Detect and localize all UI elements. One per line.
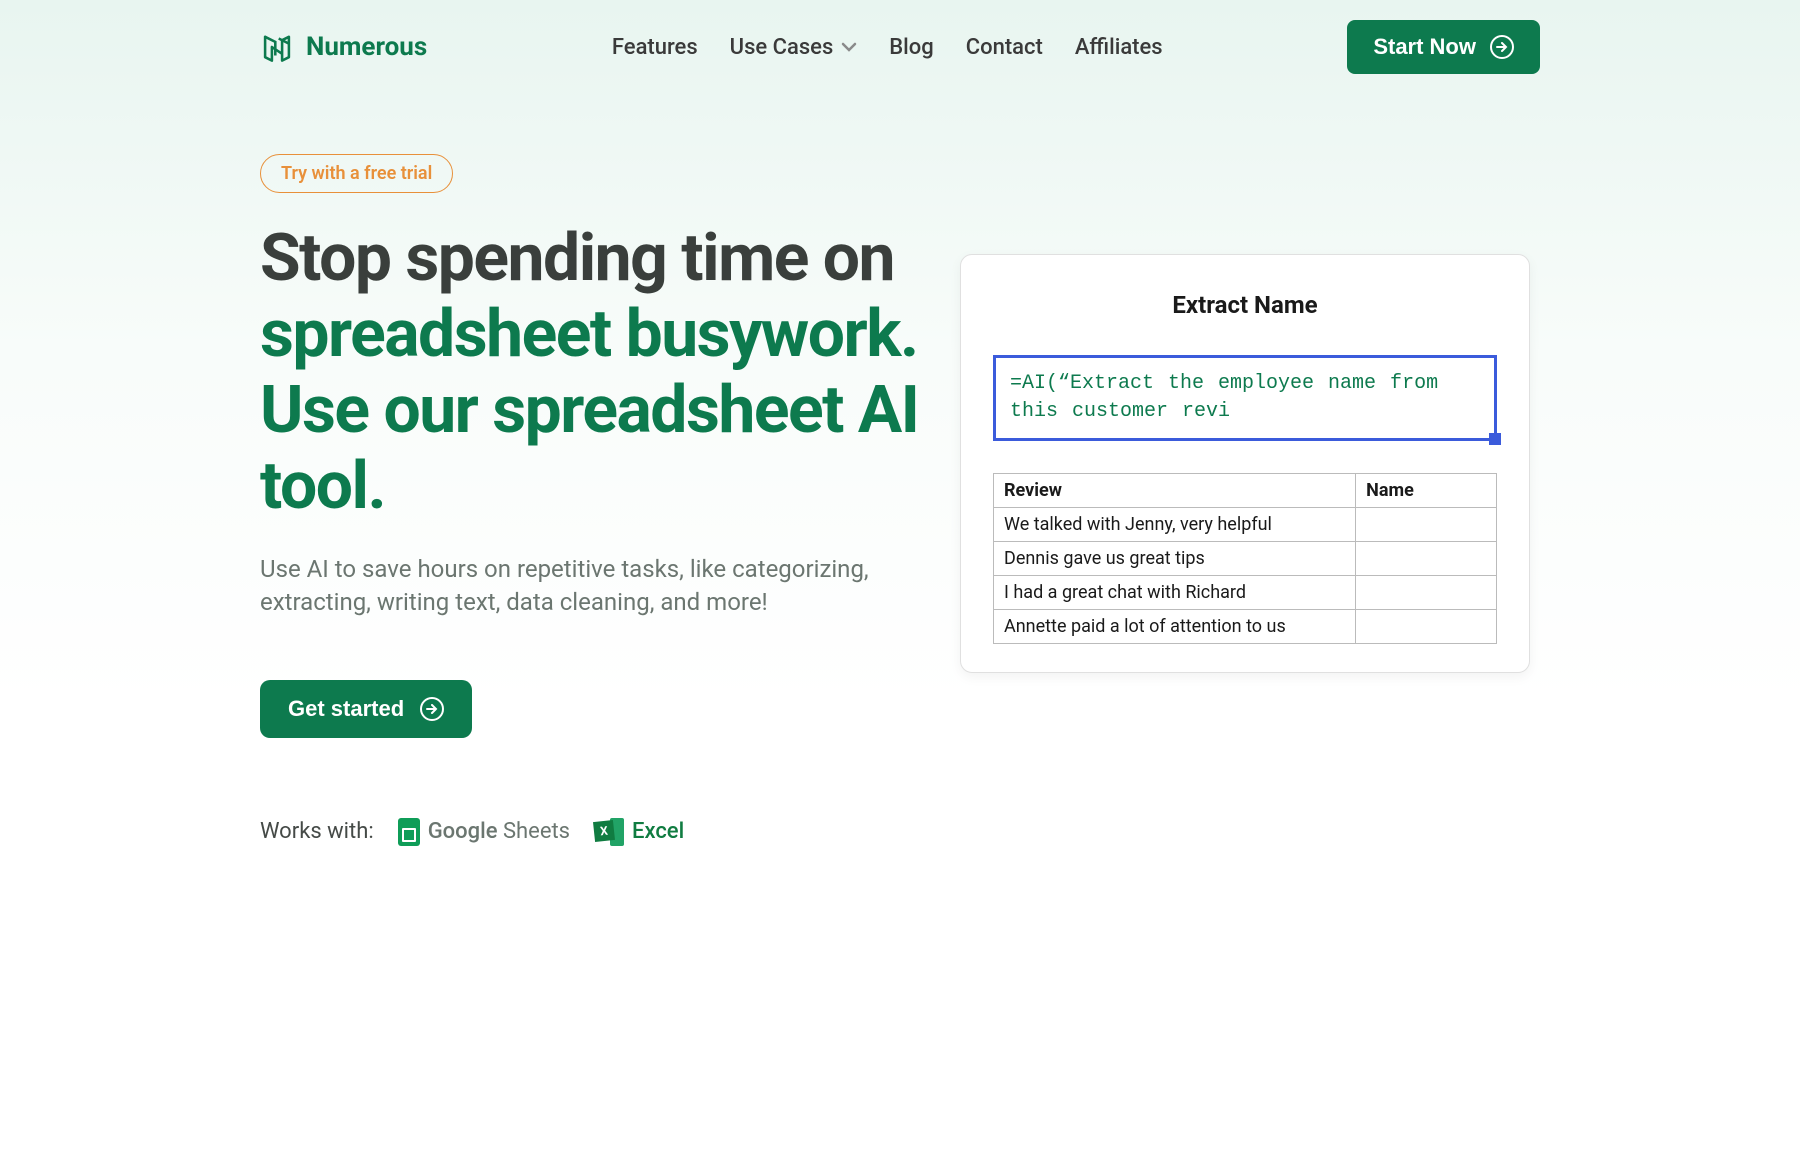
start-now-button[interactable]: Start Now bbox=[1347, 20, 1540, 74]
headline-highlight: spreadsheet busywork. Use our spreadshee… bbox=[260, 296, 919, 525]
demo-panel: Extract Name =AI(“Extract the employee n… bbox=[960, 254, 1530, 846]
google-sheets-text: Google Sheets bbox=[428, 819, 570, 844]
hero-section: Try with a free trial Stop spending time… bbox=[260, 154, 1540, 846]
nav-label: Contact bbox=[966, 35, 1043, 60]
google-sheets-icon bbox=[398, 818, 420, 846]
page-title: Stop spending time on spreadsheet busywo… bbox=[260, 221, 920, 525]
cell-name bbox=[1356, 542, 1497, 576]
excel-text: Excel bbox=[632, 819, 684, 844]
demo-card: Extract Name =AI(“Extract the employee n… bbox=[960, 254, 1530, 673]
table-row: Annette paid a lot of attention to us bbox=[994, 610, 1497, 644]
col-header-review: Review bbox=[994, 474, 1356, 508]
excel-icon: X bbox=[594, 818, 624, 846]
arrow-right-icon bbox=[1490, 35, 1514, 59]
cell-review: I had a great chat with Richard bbox=[994, 576, 1356, 610]
cell-review: Annette paid a lot of attention to us bbox=[994, 610, 1356, 644]
header: Numerous Features Use Cases Blog Contact… bbox=[260, 0, 1540, 94]
arrow-right-icon bbox=[420, 697, 444, 721]
chevron-down-icon bbox=[841, 42, 857, 52]
cell-name bbox=[1356, 576, 1497, 610]
nav-label: Affiliates bbox=[1075, 35, 1163, 60]
table-header-row: Review Name bbox=[994, 474, 1497, 508]
text-light: Sheets bbox=[498, 819, 571, 844]
formula-text: =AI(“Extract the employee name from this… bbox=[1010, 370, 1480, 426]
cell-name bbox=[1356, 508, 1497, 542]
demo-title: Extract Name bbox=[993, 291, 1497, 319]
table-row: Dennis gave us great tips bbox=[994, 542, 1497, 576]
selection-handle-icon[interactable] bbox=[1489, 433, 1501, 445]
nav-features[interactable]: Features bbox=[612, 35, 698, 60]
hero-content: Try with a free trial Stop spending time… bbox=[260, 154, 920, 846]
cell-name bbox=[1356, 610, 1497, 644]
nav-use-cases[interactable]: Use Cases bbox=[730, 35, 858, 60]
nav-label: Use Cases bbox=[730, 35, 834, 60]
hero-subtext: Use AI to save hours on repetitive tasks… bbox=[260, 553, 920, 620]
nav-label: Blog bbox=[889, 35, 933, 60]
google-sheets-badge: Google Sheets bbox=[398, 818, 570, 846]
get-started-button[interactable]: Get started bbox=[260, 680, 472, 738]
button-label: Get started bbox=[288, 696, 404, 722]
works-with-row: Works with: Google Sheets X Excel bbox=[260, 818, 920, 846]
main-nav: Features Use Cases Blog Contact Affiliat… bbox=[612, 35, 1163, 60]
table-row: I had a great chat with Richard bbox=[994, 576, 1497, 610]
nav-blog[interactable]: Blog bbox=[889, 35, 933, 60]
works-with-label: Works with: bbox=[260, 819, 374, 844]
button-label: Start Now bbox=[1373, 34, 1476, 60]
col-header-name: Name bbox=[1356, 474, 1497, 508]
table-row: We talked with Jenny, very helpful bbox=[994, 508, 1497, 542]
formula-input[interactable]: =AI(“Extract the employee name from this… bbox=[993, 355, 1497, 441]
excel-badge: X Excel bbox=[594, 818, 684, 846]
headline-plain: Stop spending time on bbox=[260, 220, 894, 297]
logo[interactable]: Numerous bbox=[260, 30, 427, 64]
nav-affiliates[interactable]: Affiliates bbox=[1075, 35, 1163, 60]
logo-text: Numerous bbox=[306, 32, 427, 62]
cell-review: Dennis gave us great tips bbox=[994, 542, 1356, 576]
text-strong: Google bbox=[428, 819, 498, 844]
demo-table: Review Name We talked with Jenny, very h… bbox=[993, 473, 1497, 644]
trial-badge[interactable]: Try with a free trial bbox=[260, 154, 453, 193]
logo-icon bbox=[260, 30, 294, 64]
nav-label: Features bbox=[612, 35, 698, 60]
nav-contact[interactable]: Contact bbox=[966, 35, 1043, 60]
cell-review: We talked with Jenny, very helpful bbox=[994, 508, 1356, 542]
